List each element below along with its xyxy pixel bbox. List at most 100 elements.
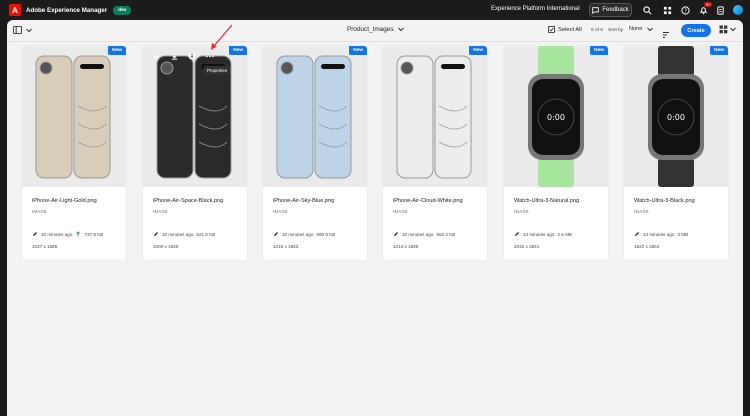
chevron-down-icon bbox=[26, 28, 32, 32]
sidebar-icon bbox=[13, 26, 22, 34]
adobe-logo[interactable]: A bbox=[9, 4, 21, 16]
file-size: 552.2 KB bbox=[436, 231, 456, 237]
new-badge: New bbox=[108, 46, 126, 55]
asset-thumbnail[interactable]: 0:00 bbox=[624, 46, 728, 187]
grid-view-icon bbox=[719, 25, 728, 34]
asset-dimensions: 1822 x 2852 bbox=[634, 244, 660, 249]
modified-time: 10 minutes ago bbox=[162, 231, 194, 237]
organization-switcher[interactable]: Experience Platform International bbox=[491, 6, 580, 12]
chevron-down-icon bbox=[397, 27, 404, 32]
asset-name: iPhone-Air-Space-Black.png bbox=[153, 198, 224, 204]
pencil-icon bbox=[394, 232, 398, 236]
asset-meta: 10 minutes ago 737.9 KB bbox=[32, 231, 103, 237]
svg-text:?: ? bbox=[684, 8, 687, 14]
asset-card[interactable]: New iPhone-Air-Light-Gold.png IMAGE 10 m… bbox=[22, 46, 126, 260]
pencil-icon bbox=[154, 232, 158, 236]
asset-card[interactable]: 0:00 New Watch-Ultra-3-Natural.png IMAGE… bbox=[504, 46, 608, 260]
global-header: A Adobe Experience Manager dev Experienc… bbox=[0, 0, 750, 20]
asset-name: iPhone-Air-Sky-Blue.png bbox=[273, 198, 335, 204]
pencil-icon bbox=[274, 232, 278, 236]
file-size: 621.5 KB bbox=[196, 231, 216, 237]
more-options-icon[interactable] bbox=[201, 55, 219, 58]
user-avatar[interactable] bbox=[733, 5, 743, 15]
rail-toggle-button[interactable] bbox=[13, 26, 32, 34]
select-checkmark-icon[interactable] bbox=[147, 53, 165, 60]
asset-dimensions: 2032 x 2841 bbox=[514, 244, 540, 249]
assets-panel: Product_Images Select All 6 of 6 Sort by… bbox=[7, 20, 743, 416]
apps-grid-icon[interactable] bbox=[661, 4, 673, 16]
svg-text:0:00: 0:00 bbox=[667, 113, 685, 122]
environment-badge: dev bbox=[113, 5, 132, 15]
asset-name: Watch-Ultra-3-Black.png bbox=[634, 198, 695, 204]
chevron-down-icon bbox=[730, 27, 736, 32]
asset-meta: 13 minutes ago 2.6 MB bbox=[514, 231, 572, 237]
app-name[interactable]: Adobe Experience Manager bbox=[26, 7, 107, 14]
chevron-down-icon bbox=[647, 27, 654, 31]
properties-tooltip: Properties bbox=[204, 66, 231, 74]
asset-thumbnail[interactable] bbox=[22, 46, 126, 187]
asset-type: IMAGE bbox=[634, 209, 649, 214]
file-size: 890.9 KB bbox=[316, 231, 336, 237]
pencil-icon bbox=[33, 232, 37, 236]
folder-title-dropdown[interactable]: Product_Images bbox=[347, 26, 404, 33]
sort-by-value: None bbox=[629, 26, 643, 32]
download-icon[interactable] bbox=[165, 53, 183, 60]
product-thumbnail bbox=[276, 55, 352, 179]
file-size: 3 MB bbox=[677, 231, 689, 237]
asset-card[interactable]: 0:00 New Watch-Ultra-3-Black.png IMAGE 1… bbox=[624, 46, 728, 260]
help-icon[interactable]: ? bbox=[679, 4, 691, 16]
select-all-icon bbox=[548, 26, 555, 33]
feedback-icon bbox=[592, 6, 600, 14]
modified-time: 10 minutes ago bbox=[402, 231, 434, 237]
new-badge: New bbox=[710, 46, 728, 55]
modified-time: 13 minutes ago bbox=[523, 231, 555, 237]
asset-thumbnail[interactable]: Properties bbox=[143, 46, 247, 187]
product-thumbnail: 0:00 bbox=[528, 46, 584, 187]
asset-dimensions: 1027 x 1695 bbox=[32, 244, 58, 249]
upload-status-icon bbox=[76, 231, 81, 236]
folder-title: Product_Images bbox=[347, 26, 394, 33]
asset-meta: 10 minutes ago 552.2 KB bbox=[393, 231, 455, 237]
asset-type: IMAGE bbox=[32, 209, 47, 214]
properties-info-icon[interactable] bbox=[183, 52, 201, 60]
asset-thumbnail[interactable]: 0:00 bbox=[504, 46, 608, 187]
asset-type: IMAGE bbox=[153, 209, 168, 214]
new-badge: New bbox=[469, 46, 487, 55]
asset-meta: 10 minutes ago 890.9 KB bbox=[273, 231, 335, 237]
notification-count-badge: 9+ bbox=[704, 2, 712, 7]
asset-card[interactable]: New iPhone-Air-Sky-Blue.png IMAGE 10 min… bbox=[263, 46, 367, 260]
pencil-icon bbox=[515, 232, 519, 236]
asset-name: iPhone-Air-Cloud-White.png bbox=[393, 198, 463, 204]
new-badge: New bbox=[590, 46, 608, 55]
select-all-button[interactable]: Select All bbox=[548, 26, 582, 33]
product-thumbnail bbox=[35, 55, 111, 179]
modified-time: 10 minutes ago bbox=[41, 231, 73, 237]
audit-icon[interactable] bbox=[714, 4, 726, 16]
new-badge: New bbox=[349, 46, 367, 55]
asset-thumbnail[interactable] bbox=[263, 46, 367, 187]
action-bar: Product_Images Select All 6 of 6 Sort by… bbox=[7, 20, 743, 42]
feedback-label: Feedback bbox=[602, 7, 629, 13]
create-button[interactable]: Create bbox=[681, 24, 711, 37]
view-switcher[interactable] bbox=[719, 25, 736, 34]
asset-type: IMAGE bbox=[393, 209, 408, 214]
asset-dimensions: 1014 x 1686 bbox=[393, 244, 419, 249]
asset-dimensions: 1015 x 1663 bbox=[273, 244, 299, 249]
asset-thumbnail[interactable] bbox=[383, 46, 487, 187]
asset-type: IMAGE bbox=[273, 209, 288, 214]
sort-direction-icon[interactable] bbox=[662, 26, 670, 44]
search-icon[interactable] bbox=[641, 4, 653, 16]
select-all-label: Select All bbox=[558, 26, 582, 33]
asset-card[interactable]: Properties New iPhone-Air-Space-Black.pn… bbox=[143, 46, 247, 260]
notifications-bell-icon[interactable]: 9+ bbox=[697, 2, 712, 16]
asset-card[interactable]: New iPhone-Air-Cloud-White.png IMAGE 10 … bbox=[383, 46, 487, 260]
modified-time: 13 minutes ago bbox=[643, 231, 675, 237]
item-count: 6 of 6 bbox=[591, 28, 604, 33]
product-thumbnail: 0:00 bbox=[648, 46, 704, 187]
sort-by-label: Sort by bbox=[608, 28, 624, 33]
svg-text:0:00: 0:00 bbox=[547, 113, 565, 122]
file-size: 2.6 MB bbox=[557, 231, 572, 237]
asset-meta: 10 minutes ago 621.5 KB bbox=[153, 231, 215, 237]
feedback-button[interactable]: Feedback bbox=[589, 3, 632, 17]
sort-by-dropdown[interactable]: None bbox=[629, 26, 654, 32]
